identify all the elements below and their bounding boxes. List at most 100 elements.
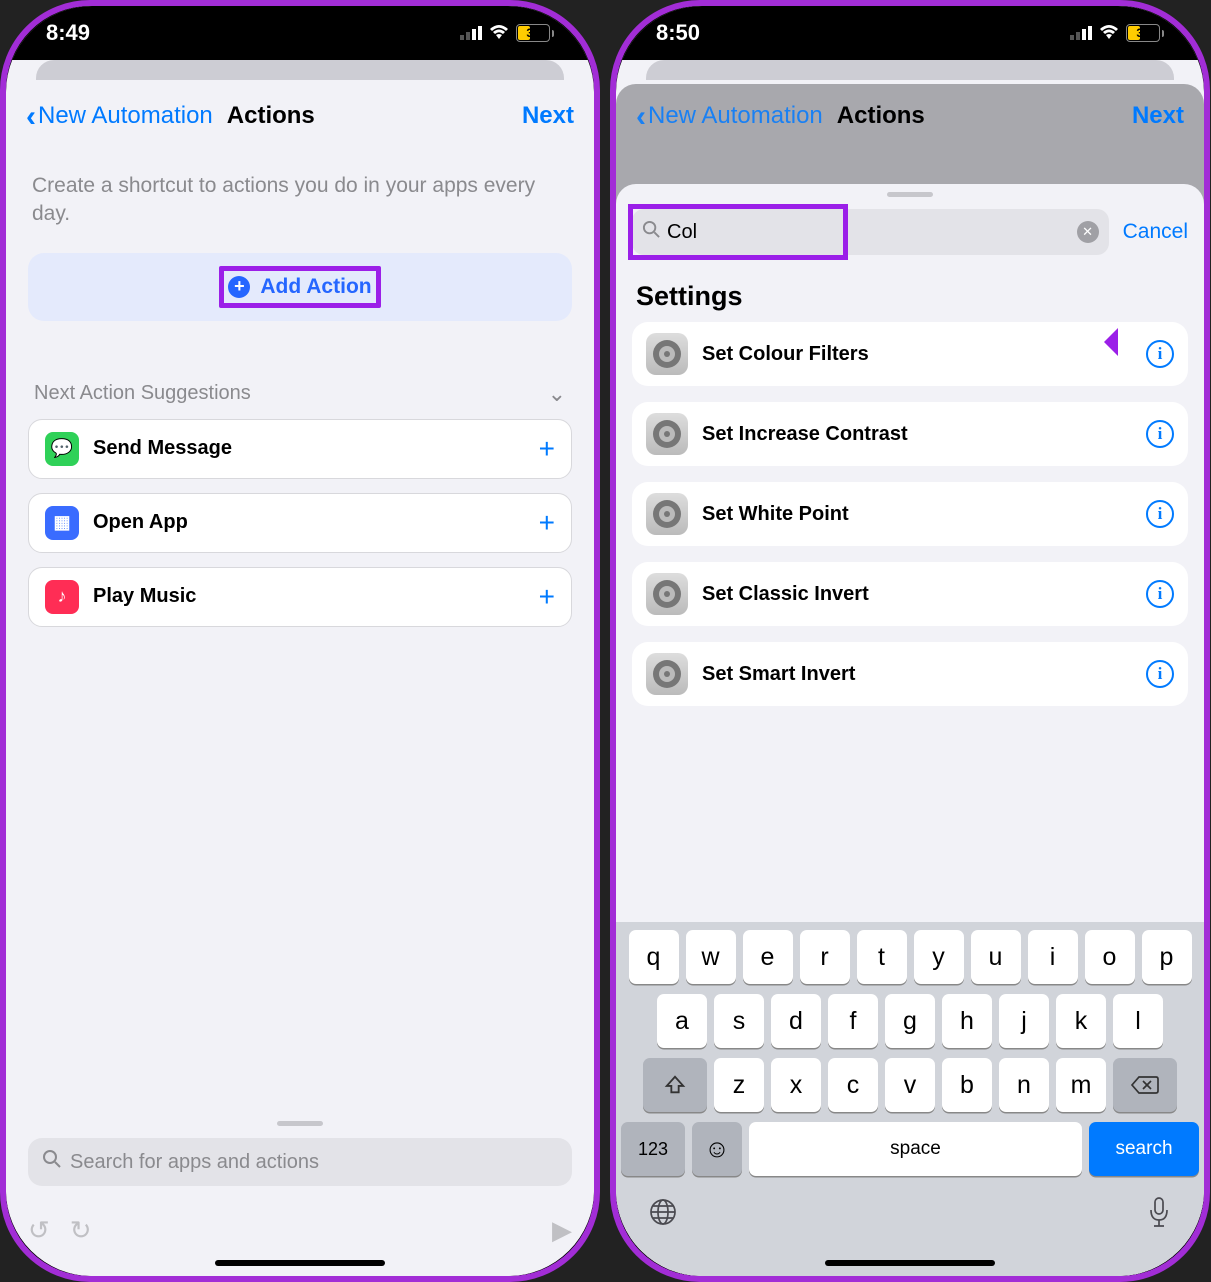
key-e[interactable]: e bbox=[743, 930, 793, 984]
search-icon bbox=[42, 1149, 62, 1175]
actions-sheet: ‹ New Automation Actions Next Create a s… bbox=[6, 84, 594, 1276]
annotation-highlight bbox=[628, 204, 848, 260]
key-a[interactable]: a bbox=[657, 994, 707, 1048]
add-suggestion-icon[interactable]: + bbox=[539, 433, 555, 465]
result-label: Set Smart Invert bbox=[702, 663, 855, 686]
clock: 8:50 bbox=[656, 20, 700, 46]
status-bar: 8:49 37 bbox=[6, 6, 594, 60]
sheet-grabber[interactable] bbox=[277, 1121, 323, 1126]
numbers-key[interactable]: 123 bbox=[621, 1122, 685, 1176]
shift-key[interactable] bbox=[643, 1058, 707, 1112]
key-g[interactable]: g bbox=[885, 994, 935, 1048]
settings-icon bbox=[646, 493, 688, 535]
space-key[interactable]: space bbox=[749, 1122, 1082, 1176]
background-sheet-peek bbox=[646, 60, 1174, 80]
info-icon[interactable]: i bbox=[1146, 340, 1174, 368]
key-l[interactable]: l bbox=[1113, 994, 1163, 1048]
messages-icon: 💬 bbox=[45, 432, 79, 466]
home-indicator[interactable] bbox=[215, 1260, 385, 1266]
backspace-key[interactable] bbox=[1113, 1058, 1177, 1112]
clock: 8:49 bbox=[46, 20, 90, 46]
suggestion-item[interactable]: 💬 Send Message + bbox=[28, 419, 572, 479]
result-item[interactable]: Set Colour Filters i bbox=[632, 322, 1188, 386]
key-n[interactable]: n bbox=[999, 1058, 1049, 1112]
key-v[interactable]: v bbox=[885, 1058, 935, 1112]
add-action-label: Add Action bbox=[260, 275, 371, 299]
chevron-down-icon[interactable]: ⌄ bbox=[548, 381, 566, 407]
key-r[interactable]: r bbox=[800, 930, 850, 984]
key-d[interactable]: d bbox=[771, 994, 821, 1048]
key-y[interactable]: y bbox=[914, 930, 964, 984]
sheet-grabber[interactable] bbox=[887, 192, 933, 197]
next-button[interactable]: Next bbox=[522, 102, 574, 130]
key-w[interactable]: w bbox=[686, 930, 736, 984]
back-button[interactable]: ‹ New Automation bbox=[26, 102, 213, 130]
key-s[interactable]: s bbox=[714, 994, 764, 1048]
key-j[interactable]: j bbox=[999, 994, 1049, 1048]
music-icon: ♪ bbox=[45, 580, 79, 614]
result-item[interactable]: Set Classic Invert i bbox=[632, 562, 1188, 626]
suggestion-item[interactable]: ♪ Play Music + bbox=[28, 567, 572, 627]
plus-circle-icon: + bbox=[228, 276, 250, 298]
key-x[interactable]: x bbox=[771, 1058, 821, 1112]
chevron-left-icon: ‹ bbox=[636, 109, 646, 124]
key-k[interactable]: k bbox=[1056, 994, 1106, 1048]
info-icon[interactable]: i bbox=[1146, 500, 1174, 528]
wifi-icon bbox=[488, 20, 510, 46]
clear-search-icon[interactable]: ✕ bbox=[1077, 221, 1099, 243]
result-label: Set Classic Invert bbox=[702, 583, 869, 606]
result-item[interactable]: Set Smart Invert i bbox=[632, 642, 1188, 706]
cancel-button[interactable]: Cancel bbox=[1123, 220, 1188, 244]
run-button[interactable]: ▶ bbox=[552, 1215, 572, 1246]
results-section-header: Settings bbox=[636, 281, 1184, 312]
description-text: Create a shortcut to actions you do in y… bbox=[32, 172, 568, 229]
back-button[interactable]: ‹ New Automation bbox=[636, 102, 823, 130]
cellular-icon bbox=[460, 20, 482, 46]
key-q[interactable]: q bbox=[629, 930, 679, 984]
status-bar: 8:50 37 bbox=[616, 6, 1204, 60]
page-title: Actions bbox=[837, 102, 925, 130]
settings-icon bbox=[646, 413, 688, 455]
result-label: Set White Point bbox=[702, 503, 849, 526]
key-i[interactable]: i bbox=[1028, 930, 1078, 984]
suggestion-item[interactable]: ▦ Open App + bbox=[28, 493, 572, 553]
battery-icon: 37 bbox=[516, 24, 554, 42]
next-button[interactable]: Next bbox=[1132, 102, 1184, 130]
search-sheet: ✕ Cancel Settings Set Colour Filters i S… bbox=[616, 184, 1204, 1276]
emoji-key[interactable]: ☺ bbox=[692, 1122, 742, 1176]
result-label: Set Colour Filters bbox=[702, 343, 869, 366]
result-item[interactable]: Set White Point i bbox=[632, 482, 1188, 546]
add-suggestion-icon[interactable]: + bbox=[539, 581, 555, 613]
settings-icon bbox=[646, 573, 688, 615]
chevron-left-icon: ‹ bbox=[26, 109, 36, 124]
add-action-button[interactable]: + Add Action bbox=[28, 253, 572, 321]
key-o[interactable]: o bbox=[1085, 930, 1135, 984]
globe-key[interactable] bbox=[647, 1196, 679, 1238]
info-icon[interactable]: i bbox=[1146, 420, 1174, 448]
undo-button[interactable]: ↺ bbox=[28, 1215, 50, 1246]
search-input[interactable]: Search for apps and actions bbox=[28, 1138, 572, 1186]
key-t[interactable]: t bbox=[857, 930, 907, 984]
key-c[interactable]: c bbox=[828, 1058, 878, 1112]
key-b[interactable]: b bbox=[942, 1058, 992, 1112]
dictation-key[interactable] bbox=[1145, 1196, 1173, 1238]
search-key[interactable]: search bbox=[1089, 1122, 1199, 1176]
key-f[interactable]: f bbox=[828, 994, 878, 1048]
add-suggestion-icon[interactable]: + bbox=[539, 507, 555, 539]
suggestion-label: Open App bbox=[93, 511, 188, 534]
suggestions-header: Next Action Suggestions bbox=[34, 382, 251, 405]
result-item[interactable]: Set Increase Contrast i bbox=[632, 402, 1188, 466]
battery-icon: 37 bbox=[1126, 24, 1164, 42]
settings-icon bbox=[646, 333, 688, 375]
key-z[interactable]: z bbox=[714, 1058, 764, 1112]
info-icon[interactable]: i bbox=[1146, 660, 1174, 688]
home-indicator[interactable] bbox=[825, 1260, 995, 1266]
key-p[interactable]: p bbox=[1142, 930, 1192, 984]
info-icon[interactable]: i bbox=[1146, 580, 1174, 608]
result-label: Set Increase Contrast bbox=[702, 423, 908, 446]
key-m[interactable]: m bbox=[1056, 1058, 1106, 1112]
key-u[interactable]: u bbox=[971, 930, 1021, 984]
key-h[interactable]: h bbox=[942, 994, 992, 1048]
search-placeholder: Search for apps and actions bbox=[70, 1151, 319, 1174]
redo-button[interactable]: ↻ bbox=[70, 1215, 92, 1246]
